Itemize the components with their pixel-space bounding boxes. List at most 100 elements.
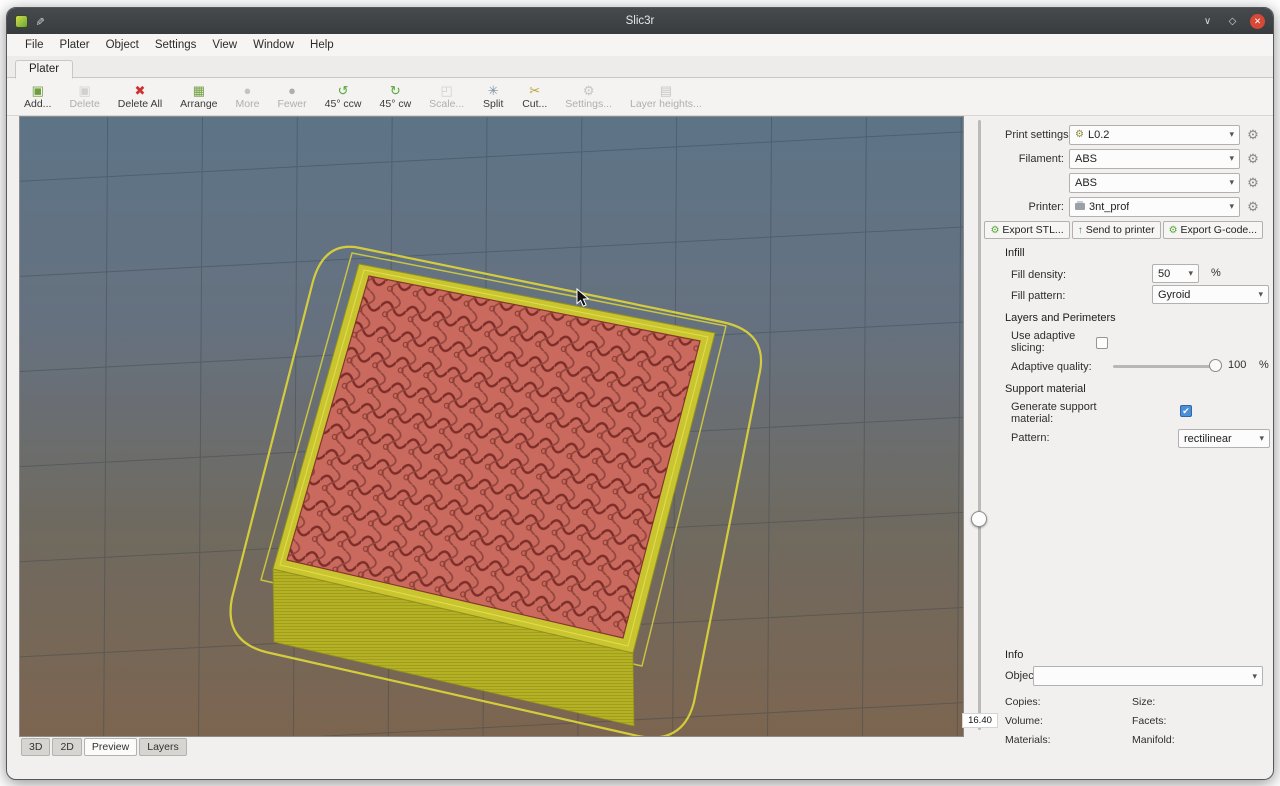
menubar: File Plater Object Settings View Window … [7,34,1273,56]
layer-slider-track[interactable] [978,120,981,730]
maximize-button[interactable]: ◇ [1225,14,1240,29]
settings-panel: Print settings: ⚙ L0.2 ▾ ⚙ Filament: ABS… [995,116,1269,772]
adaptive-quality-slider[interactable] [1113,365,1217,368]
more-button[interactable]: ● More [227,82,269,111]
app-logo-icon [15,15,28,28]
view-tab-layers[interactable]: Layers [139,738,187,756]
printer-label: Printer: [1005,201,1069,213]
support-pattern-label: Pattern: [1011,432,1050,444]
rotate-cw-button[interactable]: ↻ 45° cw [371,82,421,111]
print-settings-label: Print settings: [1005,129,1069,141]
section-title-layers: Layers and Perimeters [1005,312,1263,324]
menu-object[interactable]: Object [98,36,147,54]
view-tab-2d[interactable]: 2D [52,738,81,756]
filament-label: Filament: [1005,153,1069,165]
viewport-3d-scene [20,117,964,737]
export-buttons: ⚙ Export STL... ↑ Send to printer ⚙ Expo… [1005,221,1263,239]
view-tab-3d[interactable]: 3D [21,738,50,756]
filament-gear-button-1[interactable]: ⚙ [1243,149,1263,169]
chevron-down-icon: ▾ [1188,268,1193,279]
object-row: Object: ▾ [1005,666,1263,686]
mouse-cursor-icon [577,289,588,306]
adaptive-quality-row: Adaptive quality: 100 % [1011,356,1263,377]
scale-button[interactable]: ◰ Scale... [420,82,473,111]
section-title-info: Info [1005,649,1263,661]
export-gcode-icon: ⚙ [1169,225,1178,236]
manifold-label: Manifold: [1132,734,1263,746]
pin-icon[interactable]: ✎ [33,16,46,25]
fill-density-unit: % [1211,267,1221,279]
materials-label: Materials: [1005,734,1132,746]
info-section: Info Object: ▾ Copies: Size: Volume: Fac… [1005,643,1263,746]
print-settings-gear-button[interactable]: ⚙ [1243,125,1263,145]
fill-pattern-select[interactable]: Gyroid ▾ [1152,285,1269,304]
toolbar: ▣ Add... ▣ Delete ✖ Delete All ▦ Arrange… [7,78,1273,116]
fewer-icon: ● [288,83,296,98]
cut-button[interactable]: ✂ Cut... [513,82,556,111]
layer-heights-icon: ▤ [660,83,672,98]
split-icon: ✳ [488,83,499,98]
tab-strip: Plater [7,56,1273,78]
printer-gear-button[interactable]: ⚙ [1243,197,1263,217]
export-gcode-button[interactable]: ⚙ Export G-code... [1163,221,1263,239]
support-pattern-row: Pattern: rectilinear ▾ [1011,427,1263,448]
add-button[interactable]: ▣ Add... [15,82,60,111]
fill-density-select[interactable]: 50 ▾ [1152,264,1199,283]
menu-window[interactable]: Window [245,36,302,54]
view-tab-preview[interactable]: Preview [84,738,137,756]
filament-select-2[interactable]: ABS ▾ [1069,173,1240,193]
send-icon: ↑ [1078,225,1083,236]
split-button[interactable]: ✳ Split [473,82,513,111]
fill-density-label: Fill density: [1011,269,1066,281]
print-settings-select[interactable]: ⚙ L0.2 ▾ [1069,125,1240,145]
adaptive-quality-slider-thumb[interactable] [1209,359,1222,372]
volume-label: Volume: [1005,715,1132,727]
close-button[interactable]: ✕ [1250,14,1265,29]
rotate-ccw-button[interactable]: ↺ 45° ccw [316,82,371,111]
viewport-3d[interactable] [19,116,964,737]
delete-all-icon: ✖ [135,83,146,98]
print-settings-row: Print settings: ⚙ L0.2 ▾ ⚙ [1005,124,1263,145]
generate-support-checkbox[interactable]: ✔ [1180,405,1192,417]
chevron-down-icon: ▾ [1229,153,1234,164]
menu-settings[interactable]: Settings [147,36,205,54]
delete-all-button[interactable]: ✖ Delete All [109,82,171,111]
titlebar[interactable]: Slic3r ✎ ∨ ◇ ✕ [7,8,1273,34]
export-stl-icon: ⚙ [990,225,999,236]
adaptive-slicing-row: Use adaptive slicing: [1011,329,1263,356]
delete-icon: ▣ [78,83,90,98]
fill-pattern-row: Fill pattern: Gyroid ▾ [1011,285,1263,306]
profile-icon: ⚙ [1075,130,1084,140]
printer-select[interactable]: 3nt_prof ▾ [1069,197,1240,217]
facets-label: Facets: [1132,715,1263,727]
menu-view[interactable]: View [204,36,245,54]
tab-plater[interactable]: Plater [15,60,73,79]
filament-gear-button-2[interactable]: ⚙ [1243,173,1263,193]
layer-slider-thumb[interactable] [971,511,987,527]
scale-icon: ◰ [441,83,453,98]
adaptive-slicing-checkbox[interactable] [1096,337,1108,349]
chevron-down-icon: ▾ [1229,129,1234,140]
layer-heights-button[interactable]: ▤ Layer heights... [621,82,711,111]
generate-support-label: Generate support material: [1011,401,1123,425]
slic3r-window: Slic3r ✎ ∨ ◇ ✕ File Plater Object Settin… [6,7,1274,780]
object-select[interactable]: ▾ [1033,666,1263,686]
delete-button[interactable]: ▣ Delete [60,82,108,111]
object-label: Object: [1005,670,1033,682]
chevron-down-icon: ▾ [1229,201,1234,212]
send-to-printer-button[interactable]: ↑ Send to printer [1072,221,1161,239]
chevron-down-icon: ▾ [1259,433,1264,444]
menu-file[interactable]: File [17,36,52,54]
menu-help[interactable]: Help [302,36,342,54]
menu-plater[interactable]: Plater [52,36,98,54]
size-label: Size: [1132,696,1263,708]
shade-button[interactable]: ∨ [1200,14,1215,29]
chevron-down-icon: ▾ [1252,671,1257,682]
arrange-button[interactable]: ▦ Arrange [171,82,226,111]
support-pattern-select[interactable]: rectilinear ▾ [1178,429,1270,448]
settings-button[interactable]: ⚙ Settings... [556,82,621,111]
export-stl-button[interactable]: ⚙ Export STL... [984,221,1069,239]
fill-pattern-label: Fill pattern: [1011,290,1065,302]
fewer-button[interactable]: ● Fewer [268,82,315,111]
filament-select-1[interactable]: ABS ▾ [1069,149,1240,169]
